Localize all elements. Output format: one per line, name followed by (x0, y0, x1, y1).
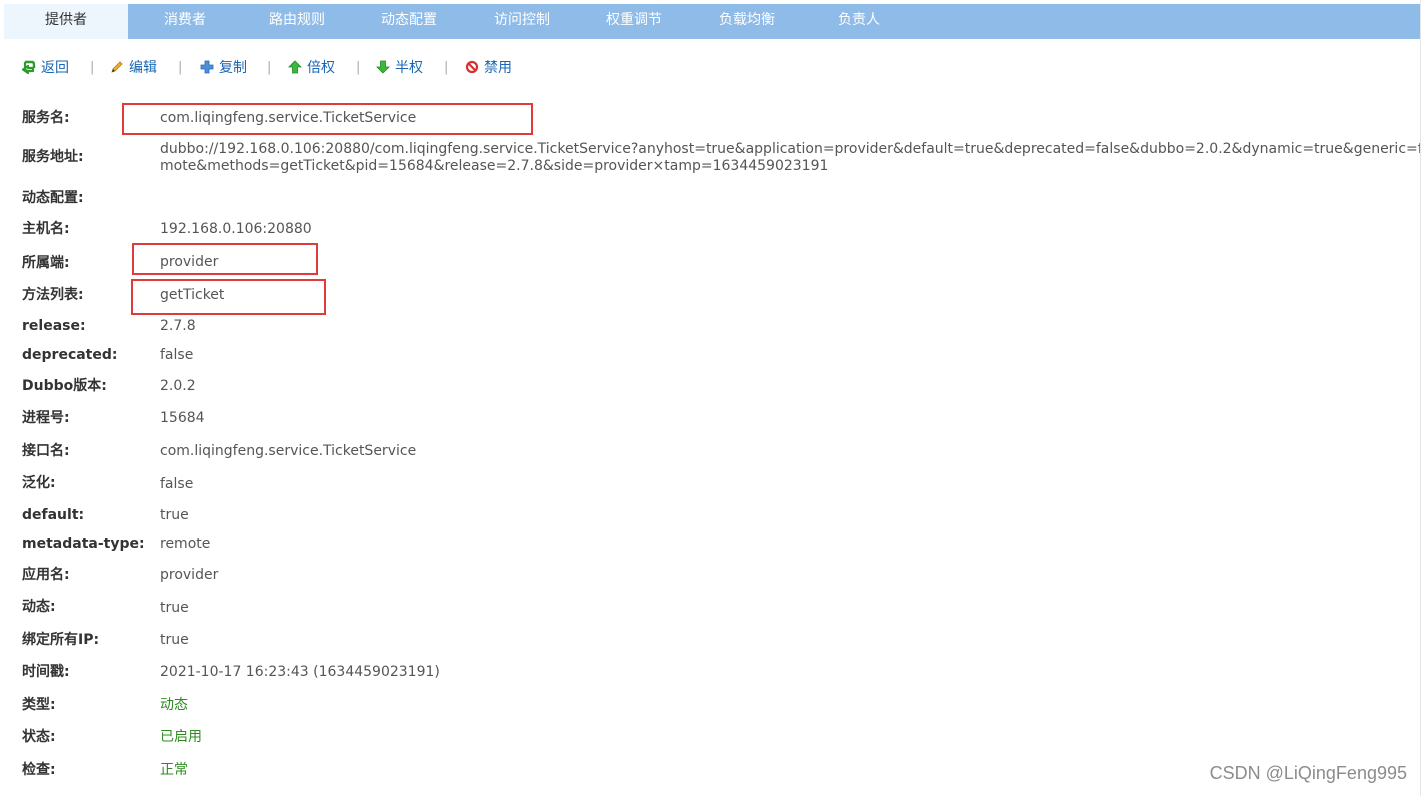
service-url-line1: dubbo://192.168.0.106:20880/com.liqingfe… (160, 141, 1421, 157)
check-value: 正常 (160, 762, 188, 778)
plus-icon (200, 60, 214, 74)
tab-routing-rules[interactable]: 路由规则 (242, 4, 352, 39)
highlight-box-side (132, 243, 318, 275)
service-name-label: 服务名: (22, 110, 70, 126)
tab-load-balance[interactable]: 负载均衡 (690, 4, 804, 39)
interface-value: com.liqingfeng.service.TicketService (160, 443, 417, 459)
csdn-watermark: CSDN @LiQingFeng995 (1209, 763, 1407, 783)
pencil-icon (110, 60, 124, 74)
back-button[interactable]: 返回 (21, 58, 69, 78)
top-tab-bar: 提供者 消费者 路由规则 动态配置 访问控制 权重调节 负载均衡 负责人 (4, 4, 1421, 39)
deprecated-label: deprecated: (22, 347, 118, 363)
timestamp-value: 2021-10-17 16:23:43 (1634459023191) (160, 664, 440, 680)
toolbar-separator: | (90, 60, 95, 75)
methods-label: 方法列表: (22, 287, 84, 303)
deprecated-value: false (160, 347, 194, 363)
type-value: 动态 (160, 697, 188, 713)
pid-label: 进程号: (22, 410, 70, 426)
type-label: 类型: (22, 697, 56, 713)
bind-all-ip-label: 绑定所有IP: (22, 632, 100, 648)
application-label: 应用名: (22, 567, 70, 583)
toolbar-separator: | (356, 60, 361, 75)
service-url-line2: mote&methods=getTicket&pid=15684&release… (160, 158, 829, 174)
application-value: provider (160, 567, 219, 583)
metadata-type-value: remote (160, 536, 211, 552)
disable-label: 禁用 (484, 60, 512, 76)
release-label: release: (22, 318, 86, 334)
highlight-box-methods (131, 279, 326, 315)
pid-value: 15684 (160, 410, 205, 426)
interface-label: 接口名: (22, 443, 70, 459)
back-label: 返回 (41, 60, 69, 76)
dubbo-version-value: 2.0.2 (160, 378, 196, 394)
tab-consumers[interactable]: 消费者 (128, 4, 242, 39)
double-weight-label: 倍权 (307, 60, 335, 76)
tab-access-control[interactable]: 访问控制 (466, 4, 578, 39)
edit-button[interactable]: 编辑 (110, 58, 157, 78)
arrow-up-icon (288, 60, 302, 74)
half-weight-button[interactable]: 半权 (376, 58, 423, 78)
release-value: 2.7.8 (160, 318, 196, 334)
forbidden-icon (465, 60, 479, 74)
dynamic-value: true (160, 600, 189, 616)
check-label: 检查: (22, 762, 56, 778)
copy-button[interactable]: 复制 (200, 58, 247, 78)
side-label: 所属端: (22, 255, 70, 271)
status-label: 状态: (22, 729, 56, 745)
timestamp-label: 时间戳: (22, 664, 70, 680)
toolbar-separator: | (267, 60, 272, 75)
host-label: 主机名: (22, 221, 70, 237)
toolbar-separator: | (178, 60, 183, 75)
dubbo-admin-provider-detail: 提供者 消费者 路由规则 动态配置 访问控制 权重调节 负载均衡 负责人 返回 … (0, 0, 1421, 796)
host-value: 192.168.0.106:20880 (160, 221, 312, 237)
return-arrow-icon (21, 60, 36, 75)
dynamic-config-label: 动态配置: (22, 190, 84, 206)
service-url-label: 服务地址: (22, 149, 84, 165)
tab-providers[interactable]: 提供者 (4, 4, 128, 39)
bind-all-ip-value: true (160, 632, 189, 648)
copy-label: 复制 (219, 60, 247, 76)
default-label: default: (22, 507, 85, 523)
default-value: true (160, 507, 189, 523)
tab-owner[interactable]: 负责人 (804, 4, 914, 39)
generic-label: 泛化: (22, 475, 56, 491)
highlight-box-service-name (122, 103, 533, 135)
dubbo-version-label: Dubbo版本: (22, 378, 107, 394)
disable-button[interactable]: 禁用 (465, 58, 512, 78)
status-value: 已启用 (160, 729, 202, 745)
half-weight-label: 半权 (395, 60, 423, 76)
tab-weight-adjust[interactable]: 权重调节 (578, 4, 690, 39)
tab-dynamic-config[interactable]: 动态配置 (352, 4, 466, 39)
arrow-down-icon (376, 60, 390, 74)
metadata-type-label: metadata-type: (22, 536, 145, 552)
generic-value: false (160, 476, 194, 492)
dynamic-label: 动态: (22, 599, 56, 615)
edit-label: 编辑 (129, 60, 157, 76)
toolbar-separator: | (444, 60, 449, 75)
double-weight-button[interactable]: 倍权 (288, 58, 335, 78)
